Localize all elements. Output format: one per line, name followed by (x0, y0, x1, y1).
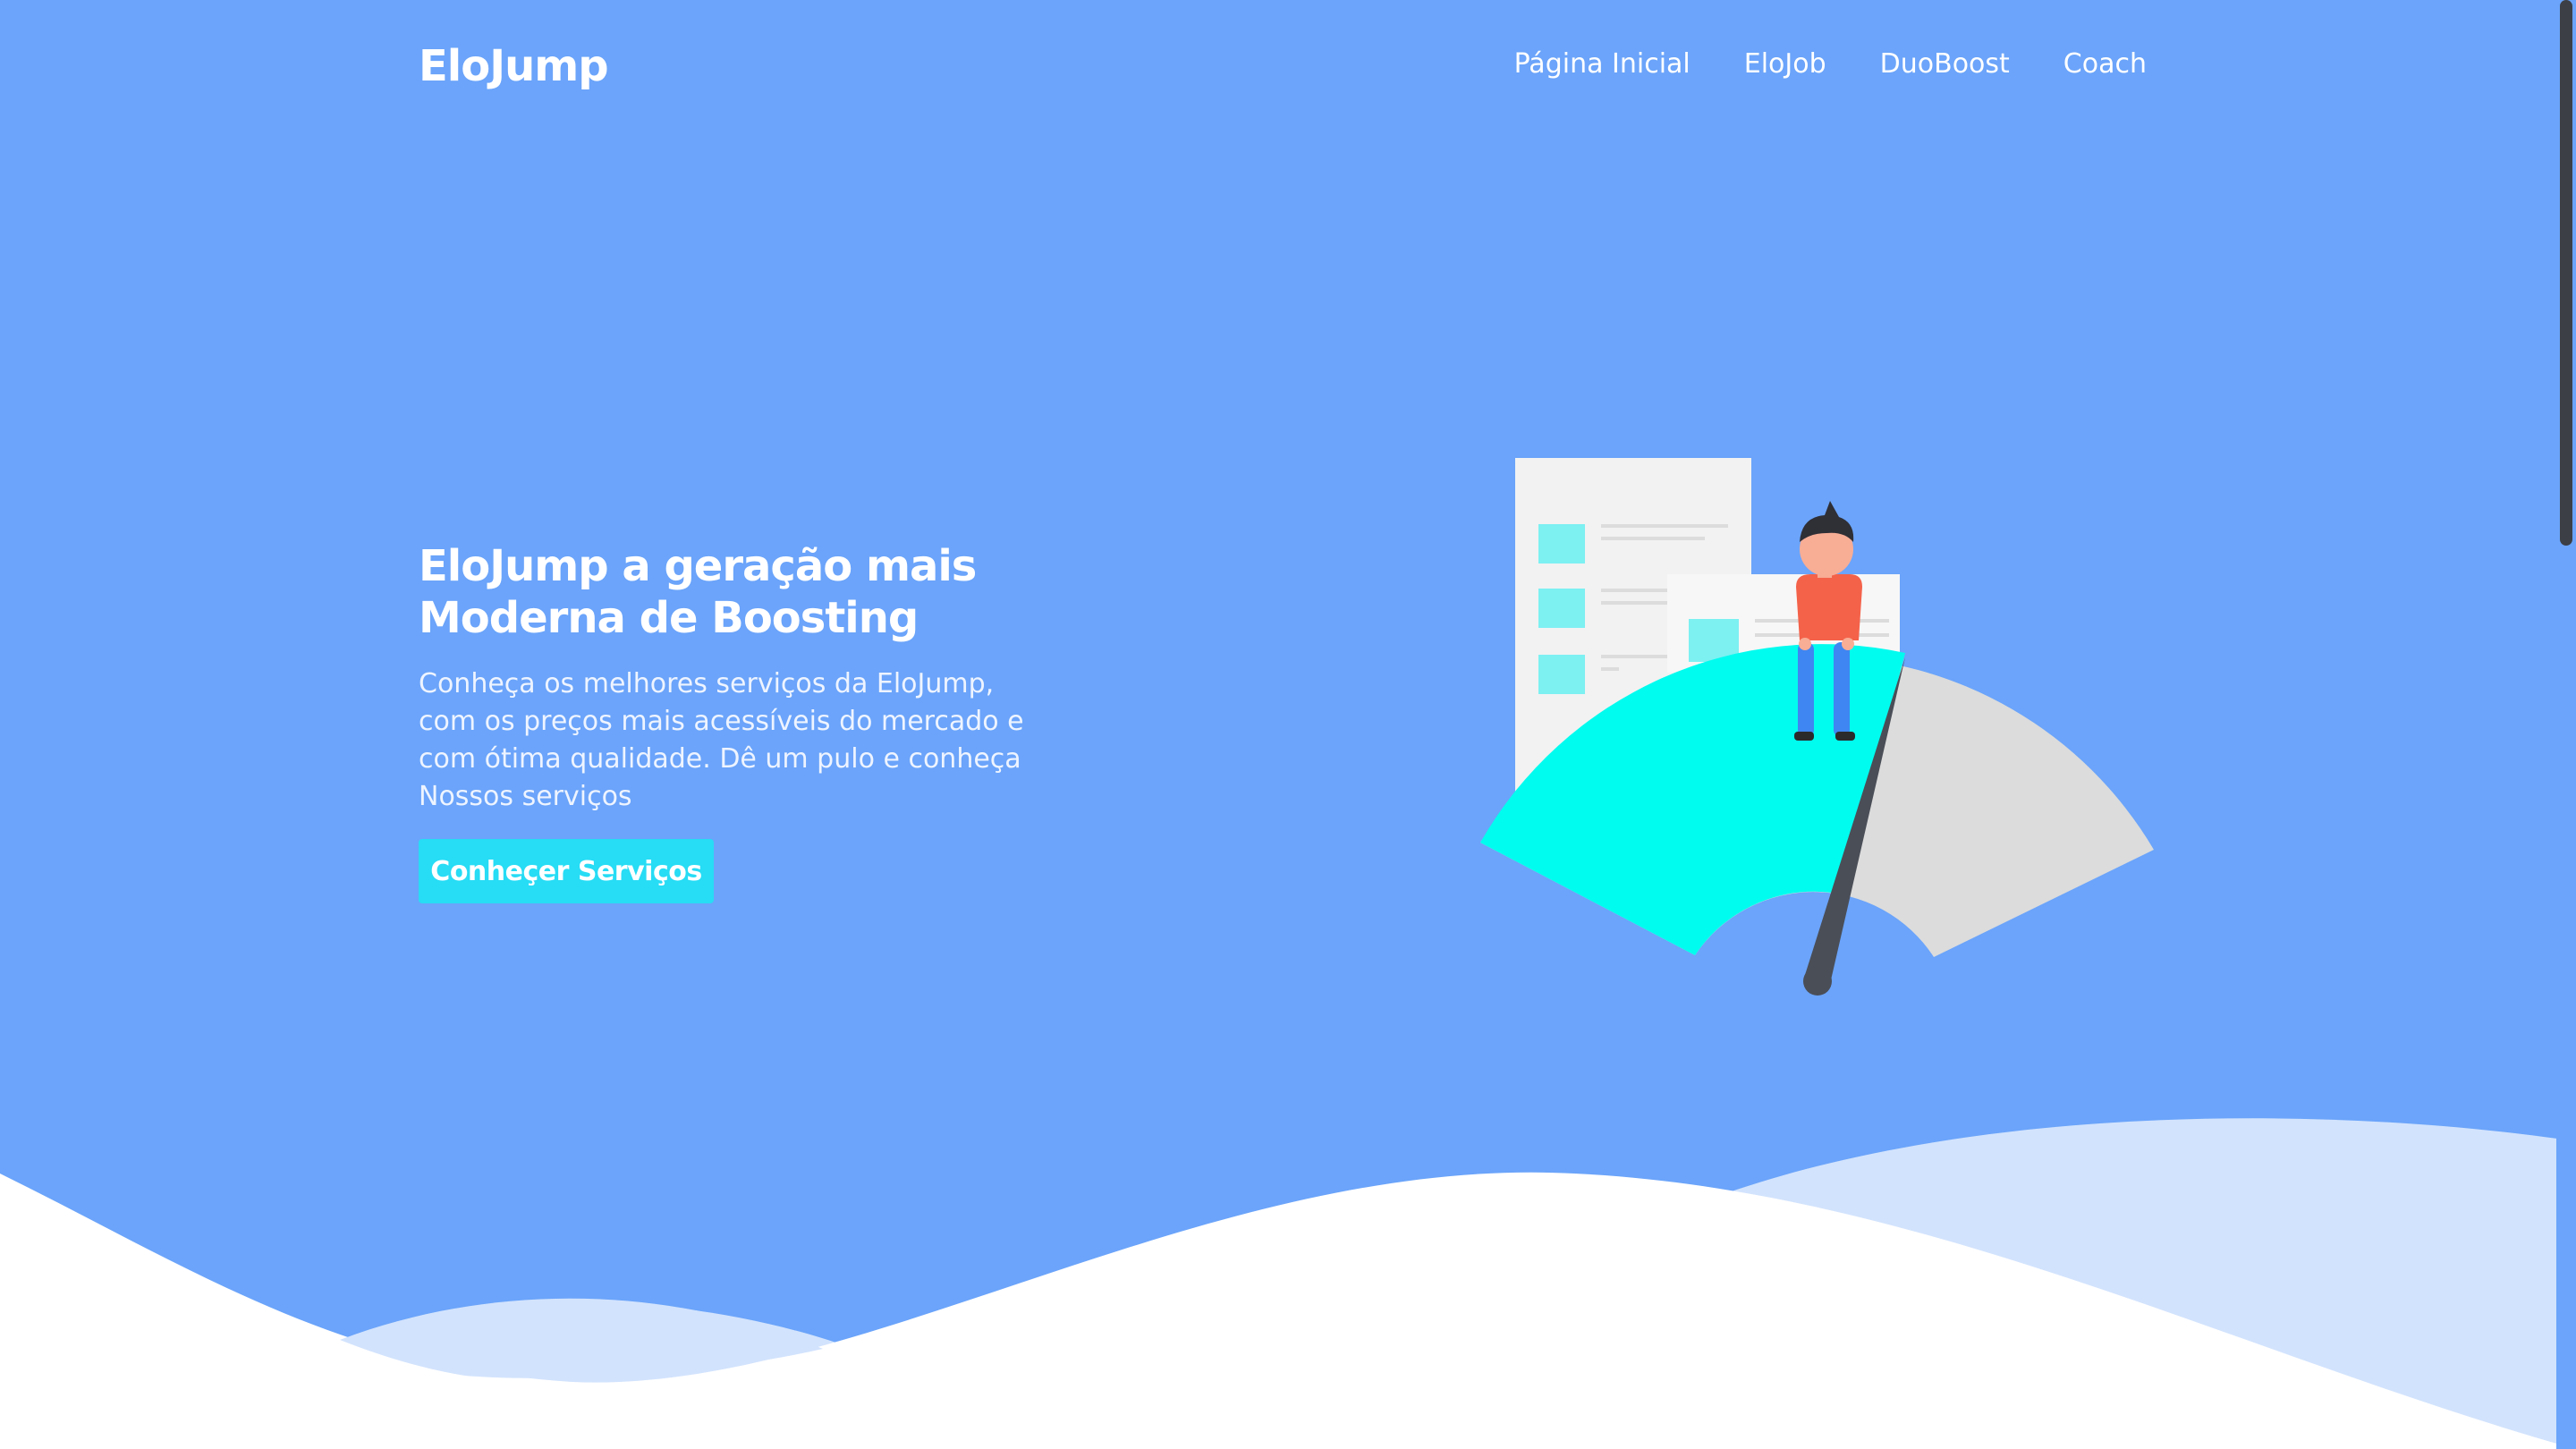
logo[interactable]: EloJump (419, 41, 609, 91)
scrollbar-thumb[interactable] (2560, 0, 2572, 546)
nav-link-pagina-inicial[interactable]: Página Inicial (1514, 48, 1690, 80)
wave-decoration (0, 1118, 2576, 1449)
speed-gauge-person-illustration (1480, 458, 2154, 996)
scrollbar[interactable] (2556, 0, 2576, 1449)
hero-title-line-2: Moderna de Boosting (419, 593, 919, 643)
nav-link-elojob[interactable]: EloJob (1744, 48, 1826, 80)
conhecer-servicos-button[interactable]: Conheçer Serviços (419, 839, 714, 903)
hero-title: EloJump a geração mais Moderna de Boosti… (419, 540, 1063, 644)
nav-link-duoboost[interactable]: DuoBoost (1880, 48, 2010, 80)
hero-description: Conheça os melhores serviços da EloJump,… (419, 668, 1024, 812)
nav-link-coach[interactable]: Coach (2063, 48, 2147, 80)
landing-page: EloJump Página Inicial EloJob DuoBoost C… (0, 0, 2576, 1449)
main-nav: Página Inicial EloJob DuoBoost Coach (1514, 48, 2147, 80)
hero-title-line-1: EloJump a geração mais (419, 541, 977, 591)
